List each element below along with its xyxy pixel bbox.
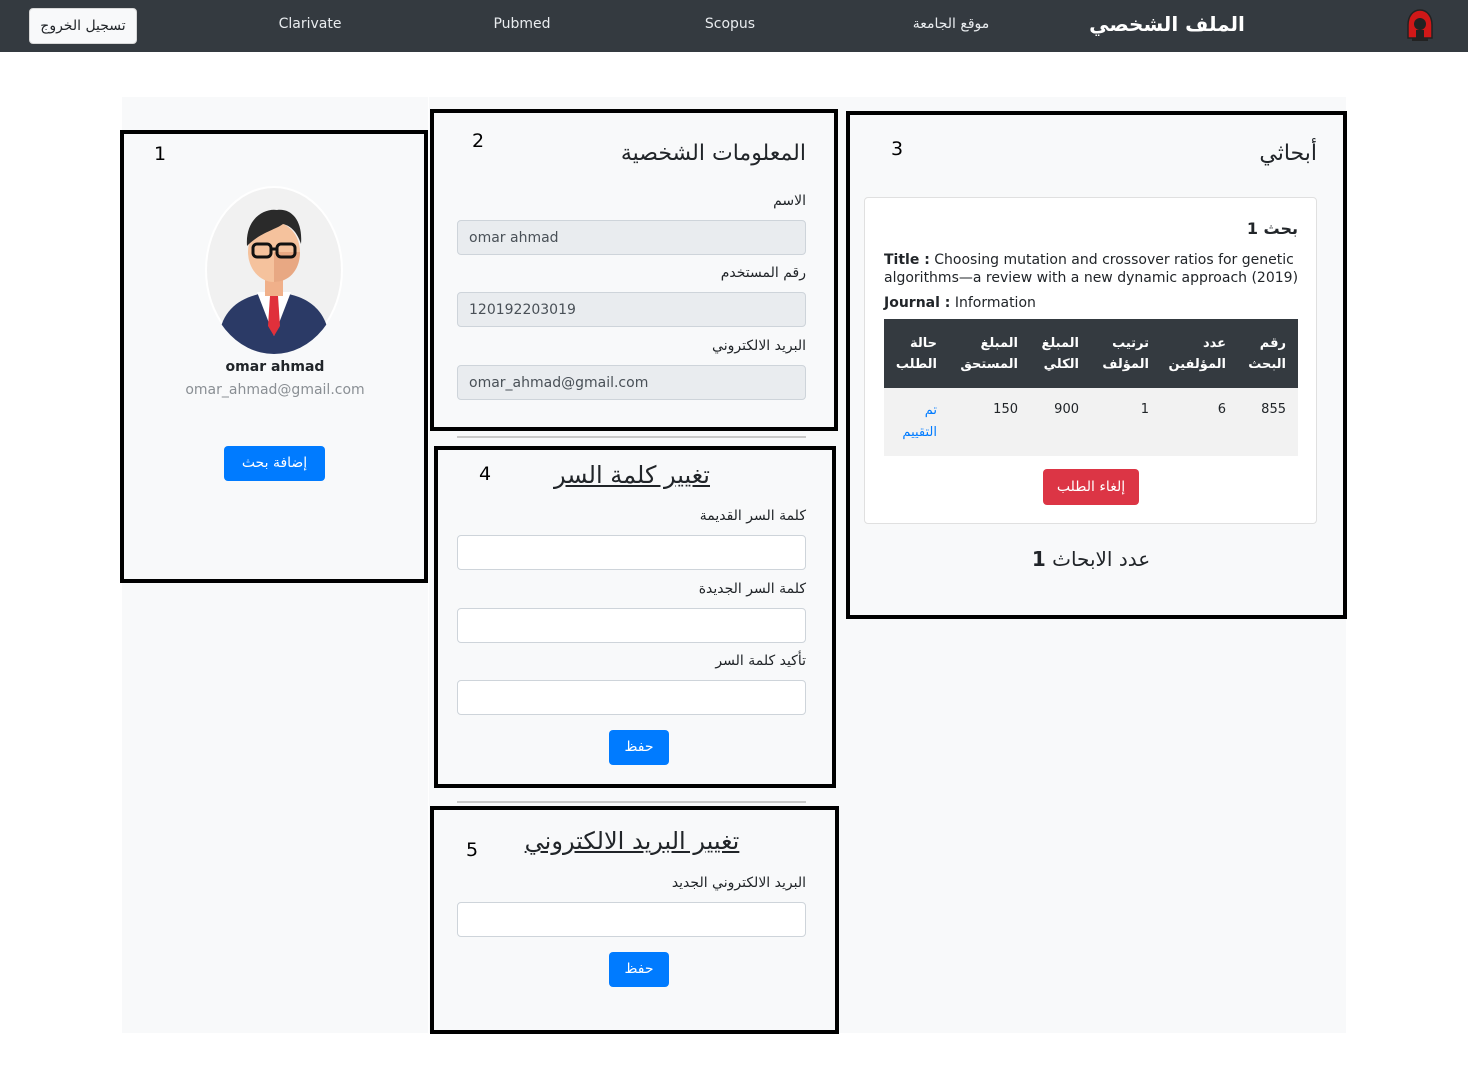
box-number-5: 5	[466, 839, 479, 861]
name-field[interactable]	[457, 220, 806, 255]
profile-email: omar_ahmad@gmail.com	[185, 382, 365, 398]
paper-title-value: Choosing mutation and crossover ratios f…	[884, 252, 1299, 286]
change-email-title: تغيير البريد الالكتروني	[524, 827, 740, 855]
paper-journal-line: Journal : Information	[884, 294, 1299, 312]
personal-info-title: المعلومات الشخصية	[620, 141, 806, 166]
username-label: رقم المستخدم	[720, 265, 806, 281]
box-number-1: 1	[154, 143, 167, 165]
th-author-count: عدد المؤلفين	[1168, 336, 1226, 372]
cell-due-amount: 150	[993, 402, 1018, 417]
user-avatar-icon	[207, 188, 341, 354]
table-row	[884, 388, 1298, 456]
avatar	[205, 186, 343, 354]
column-divider	[428, 97, 429, 1033]
confirm-password-label: تأكيد كلمة السر	[715, 653, 806, 669]
paper-heading: بحث 1	[1246, 219, 1298, 238]
save-password-button[interactable]: حفظ	[609, 730, 669, 765]
paper-journal-key: Journal :	[884, 295, 951, 311]
new-password-label: كلمة السر الجديدة	[698, 581, 806, 597]
profile-name: omar ahmad	[225, 359, 325, 375]
new-email-label: البريد الالكتروني الجديد	[671, 875, 806, 891]
cell-status-link[interactable]: تم التقييم	[902, 400, 937, 444]
email-label: البريد الالكتروني	[712, 338, 806, 354]
paper-title-line: Title : Choosing mutation and crossover …	[884, 251, 1299, 287]
nav-link-clarivate[interactable]: Clarivate	[279, 16, 342, 32]
new-email-input[interactable]	[457, 902, 806, 937]
section-divider	[457, 436, 806, 438]
add-research-button[interactable]: إضافة بحث	[224, 446, 325, 481]
box-number-3: 3	[891, 138, 904, 160]
university-logo-icon[interactable]	[1402, 8, 1438, 44]
th-request-status: حالة الطلب	[895, 336, 937, 372]
research-table-header	[884, 319, 1298, 388]
research-count-value: 1	[1031, 547, 1046, 571]
username-field[interactable]	[457, 292, 806, 327]
my-research-title: أبحاثي	[1259, 141, 1317, 166]
nav-link-pubmed[interactable]: Pubmed	[493, 16, 550, 32]
research-count: عدد الابحاث 1	[1032, 547, 1150, 571]
th-research-number: رقم البحث	[1248, 336, 1286, 372]
paper-journal-value: Information	[954, 295, 1036, 311]
cell-author-order: 1	[1140, 402, 1149, 417]
th-total-amount: المبلغ الكلي	[1041, 336, 1079, 372]
nav-link-university[interactable]: موقع الجامعة	[913, 16, 990, 32]
th-due-amount: المبلغ المستحق	[960, 336, 1018, 372]
box-number-4: 4	[479, 463, 492, 485]
name-label: الاسم	[773, 193, 806, 209]
change-password-title: تغيير كلمة السر	[554, 461, 710, 489]
research-count-label: عدد الابحاث	[1052, 547, 1151, 571]
new-password-input[interactable]	[457, 608, 806, 643]
nav-link-scopus[interactable]: Scopus	[705, 16, 755, 32]
old-password-input[interactable]	[457, 535, 806, 570]
email-field[interactable]	[457, 365, 806, 400]
old-password-label: كلمة السر القديمة	[699, 508, 806, 524]
cell-total-amount: 900	[1054, 402, 1079, 417]
page-brand-title: الملف الشخصي	[1089, 12, 1245, 36]
cell-research-number: 855	[1261, 402, 1286, 417]
logout-button[interactable]: تسجيل الخروج	[29, 8, 137, 44]
confirm-password-input[interactable]	[457, 680, 806, 715]
box-number-2: 2	[472, 130, 485, 152]
th-author-order: ترتيب المؤلف	[1102, 336, 1149, 372]
top-navbar: تسجيل الخروج Clarivate Pubmed Scopus موق…	[0, 0, 1468, 52]
cell-author-count: 6	[1217, 402, 1226, 417]
cancel-request-button[interactable]: إلغاء الطلب	[1043, 469, 1139, 505]
paper-title-key: Title :	[884, 252, 930, 268]
save-email-button[interactable]: حفظ	[609, 952, 669, 987]
section-divider	[457, 801, 806, 803]
